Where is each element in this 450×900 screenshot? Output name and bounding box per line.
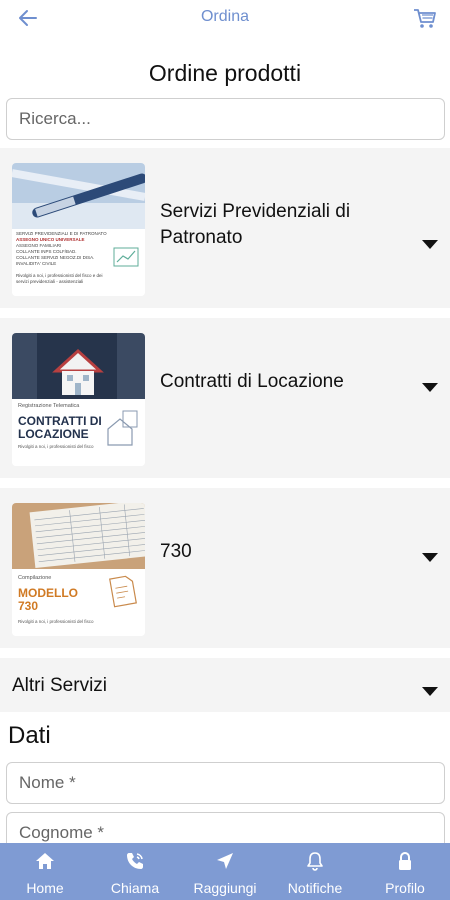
altri-servizi-label: Altri Servizi bbox=[12, 675, 108, 696]
cart-icon[interactable] bbox=[412, 5, 438, 31]
tab-label: Chiama bbox=[110, 880, 160, 896]
product-card-730[interactable]: Compilazione MODELLO 730 Rivolgiti a noi… bbox=[0, 488, 450, 648]
chevron-down-icon[interactable] bbox=[422, 553, 438, 562]
tab-notifiche[interactable]: Notifiche bbox=[270, 843, 360, 900]
tab-home[interactable]: Home bbox=[0, 843, 90, 900]
bell-icon bbox=[307, 852, 323, 871]
tab-label: Notifiche bbox=[287, 880, 343, 896]
chevron-down-icon[interactable] bbox=[422, 383, 438, 392]
tab-profilo[interactable]: Profilo bbox=[360, 843, 450, 900]
thumb-footer: Rivolgiti a noi, i professionisti del fi… bbox=[18, 619, 94, 624]
tab-label: Profilo bbox=[385, 880, 425, 896]
search-input[interactable] bbox=[6, 98, 445, 140]
navigation-arrow-icon bbox=[217, 853, 233, 869]
nome-field[interactable] bbox=[6, 762, 445, 804]
phone-icon bbox=[127, 853, 143, 869]
thumb-footer: Rivolgiti a noi, i professionisti del fi… bbox=[18, 444, 94, 449]
page-title: Ordine prodotti bbox=[148, 60, 302, 86]
chevron-down-icon[interactable] bbox=[422, 687, 438, 696]
top-bar: Ordina bbox=[0, 0, 450, 36]
thumb-title: MODELLO 730 bbox=[18, 586, 78, 613]
lock-icon bbox=[399, 852, 411, 870]
tab-label: Home bbox=[26, 880, 64, 896]
tab-label: Raggiungi bbox=[193, 880, 257, 896]
chart-document-icon bbox=[113, 247, 139, 267]
product-label: 730 bbox=[160, 541, 192, 562]
section-title-dati: Dati bbox=[8, 722, 51, 749]
product-label: Servizi Previdenziali di Patronato bbox=[160, 201, 351, 248]
product-thumbnail: Compilazione MODELLO 730 Rivolgiti a noi… bbox=[12, 503, 145, 636]
thumb-line: Compilazione bbox=[18, 575, 52, 581]
product-label: Contratti di Locazione bbox=[160, 371, 344, 392]
header-title: Ordina bbox=[200, 8, 250, 25]
tab-chiama[interactable]: Chiama bbox=[90, 843, 180, 900]
product-card-servizi-previdenziali[interactable]: SERVIZI PREVIDENZIALI E DI PATRONATO ASS… bbox=[0, 148, 450, 308]
product-thumbnail: Registrazione Telematica CONTRATTI DI LO… bbox=[12, 333, 145, 466]
tab-raggiungi[interactable]: Raggiungi bbox=[180, 843, 270, 900]
altri-servizi-section[interactable]: Altri Servizi bbox=[0, 658, 450, 712]
thumb-footer: Rivolgiti a noi, i professionisti del fi… bbox=[16, 273, 103, 284]
home-icon bbox=[36, 853, 54, 869]
tax-form-image bbox=[12, 503, 145, 636]
chevron-down-icon[interactable] bbox=[422, 240, 438, 249]
product-thumbnail: SERVIZI PREVIDENZIALI E DI PATRONATO ASS… bbox=[12, 163, 145, 296]
bottom-tab-bar: Home Chiama Raggiungi Notifiche Profilo bbox=[0, 843, 450, 900]
product-card-contratti-locazione[interactable]: Registrazione Telematica CONTRATTI DI LO… bbox=[0, 318, 450, 478]
thumb-title: CONTRATTI DI LOCAZIONE bbox=[18, 414, 102, 441]
thumb-line: Registrazione Telematica bbox=[18, 403, 80, 409]
